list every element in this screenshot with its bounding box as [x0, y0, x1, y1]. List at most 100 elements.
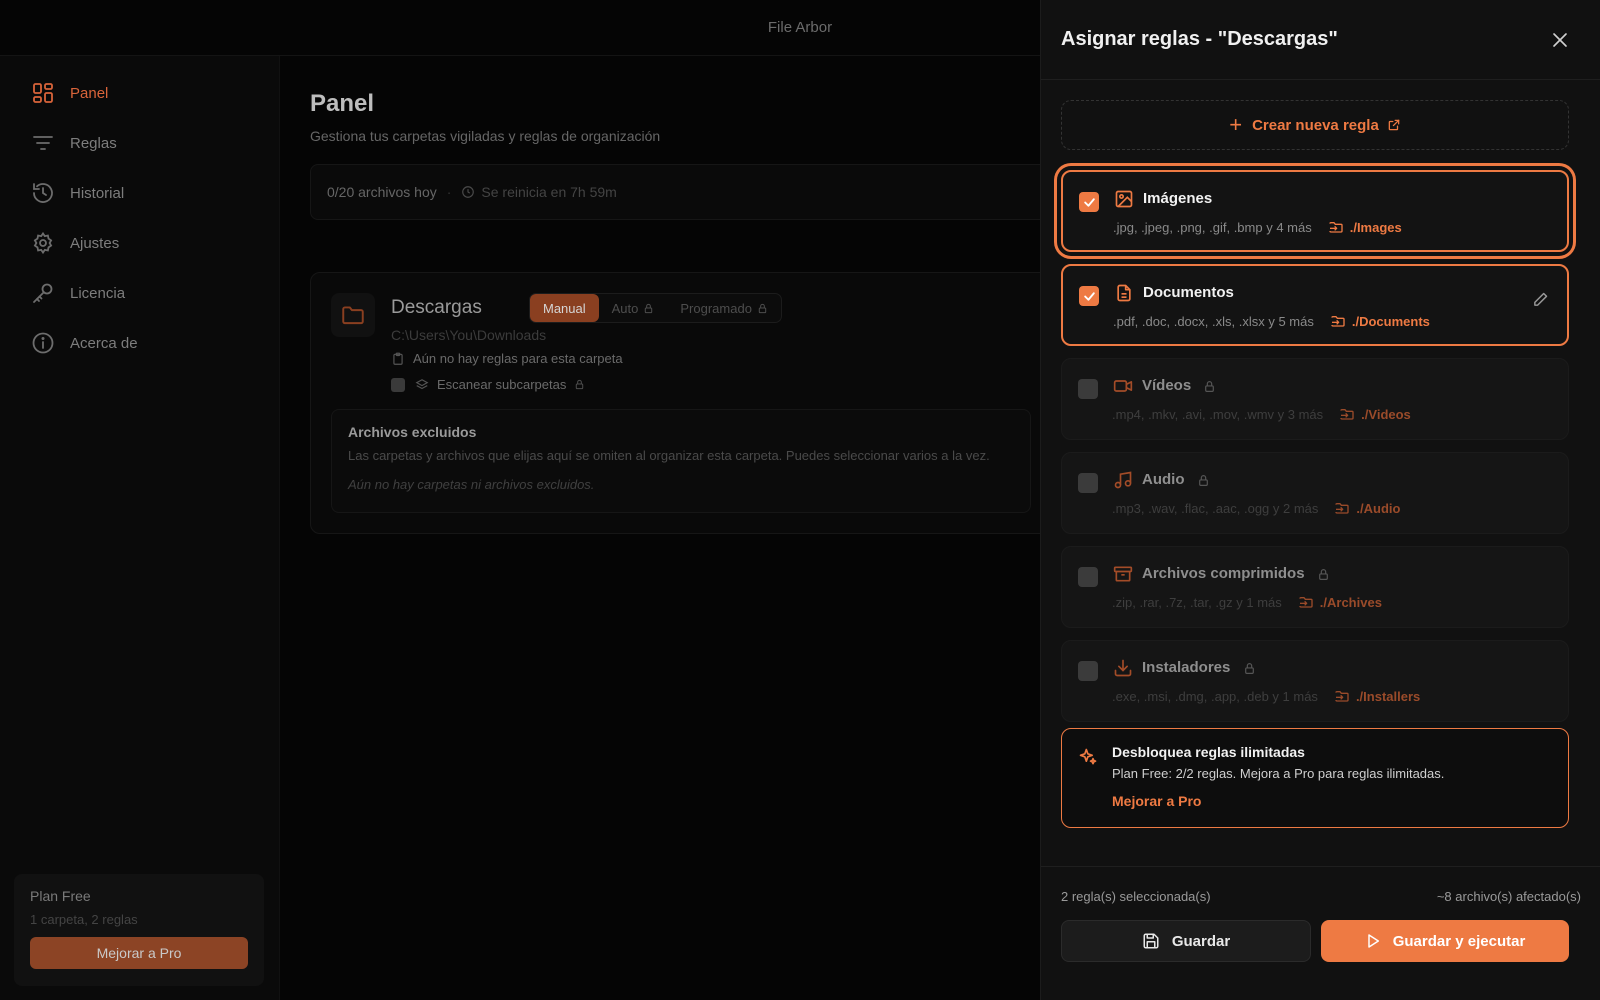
rule-card-audio[interactable]: Audio .mp3, .wav, .flac, .aac, .ogg y 2 …	[1061, 452, 1569, 534]
sidebar-item-about[interactable]: Acerca de	[0, 318, 279, 368]
rule-card-images[interactable]: Imágenes .jpg, .jpeg, .png, .gif, .bmp y…	[1061, 170, 1569, 252]
upgrade-pro-button[interactable]: Mejorar a Pro	[30, 937, 248, 969]
rule-extensions-text: .mp3, .wav, .flac, .aac, .ogg y 2 más	[1112, 500, 1319, 516]
scan-subfolders-label: Escanear subcarpetas	[437, 377, 567, 392]
excluded-files-section: Archivos excluidos Las carpetas y archiv…	[331, 409, 1031, 513]
rule-checkbox[interactable]	[1079, 192, 1099, 212]
lock-icon	[645, 303, 653, 313]
mode-label: Programado	[680, 300, 752, 316]
rule-checkbox[interactable]	[1078, 379, 1098, 399]
scan-subfolders-checkbox[interactable]	[391, 377, 405, 392]
save-and-run-label: Guardar y ejecutar	[1392, 932, 1526, 950]
rule-checkbox[interactable]	[1078, 473, 1098, 493]
rule-extensions-text: .pdf, .doc, .docx, .xls, .xlsx y 5 más	[1113, 313, 1314, 329]
panel-footer: 2 regla(s) seleccionada(s) ~8 archivo(s)…	[1041, 866, 1600, 1000]
rule-card-archives[interactable]: Archivos comprimidos .zip, .rar, .7z, .t…	[1061, 546, 1569, 628]
clock-icon	[462, 186, 475, 198]
sidebar-item-label: Panel	[70, 84, 109, 102]
sidebar-item-label: Ajustes	[70, 234, 120, 252]
rule-destination: ./Installers	[1334, 688, 1420, 704]
plan-card: Plan Free 1 carpeta, 2 reglas Mejorar a …	[14, 874, 264, 986]
rule-destination-path: ./Videos	[1361, 406, 1411, 422]
folder-input-icon	[1329, 222, 1343, 233]
sidebar-item-rules[interactable]: Reglas	[0, 118, 279, 168]
rule-destination-path: ./Installers	[1355, 688, 1421, 704]
main-content: Panel Gestiona tus carpetas vigiladas y …	[280, 56, 1050, 1000]
sidebar-item-settings[interactable]: Ajustes	[0, 218, 279, 268]
rule-checkbox[interactable]	[1079, 286, 1099, 306]
rule-destination-path: ./Audio	[1356, 500, 1401, 516]
rule-extensions: .exe, .msi, .dmg, .app, .deb y 1 más ./I…	[1112, 688, 1420, 704]
no-rules-text: Aún no hay reglas para esta carpeta	[413, 351, 623, 366]
rule-destination: ./Images	[1328, 219, 1402, 235]
rule-name: Vídeos	[1142, 377, 1216, 394]
rule-destination: ./Videos	[1339, 406, 1411, 422]
folder-input-icon	[1299, 597, 1313, 608]
mode-selector: Manual Auto Programado	[529, 293, 782, 323]
lock-icon	[576, 379, 584, 390]
rule-name-text: Audio	[1142, 471, 1185, 488]
gear-icon	[30, 230, 56, 256]
folder-icon	[331, 293, 375, 337]
rule-card-videos[interactable]: Vídeos .mp4, .mkv, .avi, .mov, .wmv y 3 …	[1061, 358, 1569, 440]
rule-destination-path: ./Images	[1349, 219, 1402, 235]
rule-checkbox[interactable]	[1078, 567, 1098, 587]
no-rules-note: Aún no hay reglas para esta carpeta	[391, 351, 623, 366]
mode-auto[interactable]: Auto	[599, 294, 668, 322]
rule-checkbox[interactable]	[1078, 661, 1098, 681]
check-icon	[1083, 291, 1095, 301]
sidebar-item-license[interactable]: Licencia	[0, 268, 279, 318]
save-button[interactable]: Guardar	[1061, 920, 1311, 962]
app-window: File Arbor Panel Reglas Historial Ajuste…	[0, 0, 1600, 1000]
check-icon	[1083, 197, 1095, 207]
folder-input-icon	[1335, 503, 1350, 514]
rule-card-documents[interactable]: Documentos .pdf, .doc, .docx, .xls, .xls…	[1061, 264, 1569, 346]
save-and-run-button[interactable]: Guardar y ejecutar	[1321, 920, 1569, 962]
dashboard-icon	[30, 80, 56, 106]
plan-limits: 1 carpeta, 2 reglas	[30, 912, 138, 927]
mode-manual[interactable]: Manual	[530, 294, 599, 322]
folder-path: C:\Users\You\Downloads	[391, 327, 547, 343]
play-icon	[1367, 934, 1379, 948]
plus-icon: +	[1229, 112, 1243, 137]
assign-rules-panel: Asignar reglas - "Descargas" + Crear nue…	[1040, 0, 1600, 1000]
rule-card-installers[interactable]: Instaladores .exe, .msi, .dmg, .app, .de…	[1061, 640, 1569, 722]
mode-scheduled[interactable]: Programado	[667, 294, 781, 322]
upgrade-pro-link[interactable]: Mejorar a Pro	[1112, 793, 1201, 809]
sidebar-item-label: Acerca de	[70, 334, 138, 352]
save-icon	[1143, 933, 1159, 949]
page-subtitle: Gestiona tus carpetas vigiladas y reglas…	[310, 128, 661, 144]
sparkles-icon	[1078, 747, 1098, 772]
save-label: Guardar	[1171, 932, 1231, 950]
lock-icon	[758, 303, 767, 313]
rule-extensions-text: .jpg, .jpeg, .png, .gif, .bmp y 4 más	[1113, 219, 1312, 235]
panel-title: Asignar reglas - "Descargas"	[1061, 28, 1338, 50]
layers-icon	[415, 378, 429, 389]
rule-extensions: .zip, .rar, .7z, .tar, .gz y 1 más ./Arc…	[1112, 594, 1382, 610]
rule-name: Imágenes	[1143, 190, 1213, 207]
rule-extensions-text: .zip, .rar, .7z, .tar, .gz y 1 más	[1112, 594, 1282, 610]
rule-destination-path: ./Documents	[1351, 313, 1430, 329]
rule-extensions-text: .exe, .msi, .dmg, .app, .deb y 1 más	[1112, 688, 1318, 704]
rule-name: Documentos	[1143, 284, 1234, 301]
scan-subfolders-option[interactable]: Escanear subcarpetas	[391, 377, 585, 392]
reset-timer: Se reinicia en 7h 59m	[461, 184, 617, 200]
image-icon	[1113, 188, 1135, 210]
sidebar-item-panel[interactable]: Panel	[0, 68, 279, 118]
sidebar: Panel Reglas Historial Ajustes Licencia …	[0, 56, 280, 1000]
page-title: Panel	[310, 90, 375, 117]
rule-name: Audio	[1142, 471, 1210, 488]
sidebar-item-history[interactable]: Historial	[0, 168, 279, 218]
close-button[interactable]	[1548, 28, 1572, 52]
info-icon	[30, 330, 56, 356]
sidebar-item-label: Reglas	[70, 134, 117, 152]
rule-name: Archivos comprimidos	[1142, 565, 1330, 582]
upsell-title: Desbloquea reglas ilimitadas	[1112, 744, 1305, 760]
folder-input-icon	[1340, 409, 1354, 420]
lock-icon	[1203, 380, 1216, 393]
rule-name-text: Archivos comprimidos	[1142, 565, 1305, 582]
create-rule-label: Crear nueva regla	[1252, 116, 1379, 134]
separator: ·	[446, 184, 452, 200]
edit-rule-button[interactable]	[1529, 288, 1551, 310]
create-rule-button[interactable]: + Crear nueva regla	[1061, 100, 1569, 150]
